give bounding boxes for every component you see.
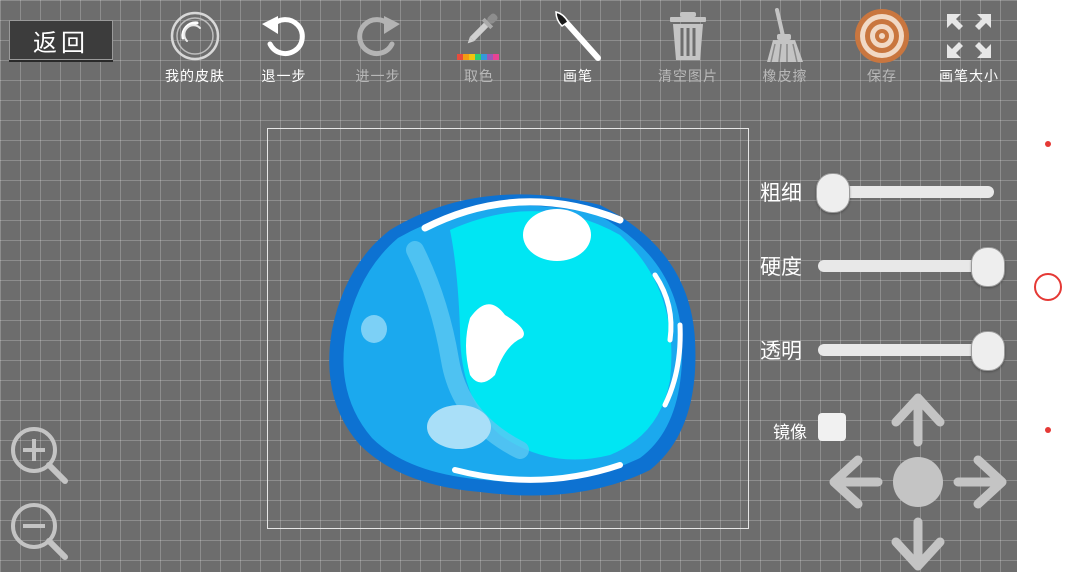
my-skin-label: 我的皮肤 — [165, 69, 225, 85]
save-target-icon — [854, 8, 910, 64]
move-down-button[interactable] — [891, 517, 945, 571]
side-recorder-panel — [1017, 0, 1080, 572]
zoom-out-button[interactable] — [8, 500, 70, 566]
mirror-label: 镜像 — [773, 423, 807, 443]
eraser-button[interactable]: 橡皮擦 — [740, 8, 830, 90]
hardness-slider[interactable] — [818, 247, 1005, 287]
redo-icon — [350, 8, 406, 64]
undo-button[interactable]: 退一步 — [239, 8, 329, 90]
brush-button[interactable]: 画笔 — [533, 8, 623, 90]
pick-color-label: 取色 — [464, 69, 494, 85]
brush-icon — [550, 8, 606, 64]
zoom-in-icon — [11, 427, 68, 484]
hardness-slider-thumb[interactable] — [970, 247, 1005, 287]
thickness-slider-row: 粗细 — [760, 170, 994, 214]
thickness-slider-thumb[interactable] — [816, 173, 851, 213]
center-button[interactable] — [893, 457, 943, 507]
pick-color-button[interactable]: 取色 — [434, 8, 524, 90]
slime-drawing — [329, 194, 696, 496]
clear-image-button[interactable]: 清空图片 — [643, 8, 733, 90]
transparency-label: 透明 — [760, 339, 802, 363]
indicator-dot-top — [1045, 141, 1051, 147]
redo-button[interactable]: 进一步 — [333, 8, 423, 90]
trash-icon — [660, 8, 716, 64]
arrow-right-icon — [953, 455, 1007, 509]
move-right-button[interactable] — [953, 455, 1007, 509]
arrow-down-icon — [891, 517, 945, 571]
skin-orb-icon — [167, 8, 223, 64]
editor-stage: 返回 我的皮肤 退一步 进一步 取色 画笔 清空图片 橡皮擦 保存 画笔大小 粗… — [0, 0, 1017, 572]
my-skin-button[interactable]: 我的皮肤 — [150, 8, 240, 90]
save-label: 保存 — [867, 69, 897, 85]
undo-label: 退一步 — [261, 69, 307, 85]
eyedropper-icon — [451, 8, 507, 64]
arrow-left-icon — [829, 455, 883, 509]
move-left-button[interactable] — [829, 455, 883, 509]
brush-size-label: 画笔大小 — [939, 69, 999, 85]
record-button[interactable] — [1034, 273, 1062, 301]
undo-icon — [256, 8, 312, 64]
back-button[interactable]: 返回 — [9, 20, 113, 60]
broom-icon — [757, 8, 813, 64]
brush-label: 画笔 — [563, 69, 593, 85]
transparency-slider-row: 透明 — [760, 328, 1005, 372]
indicator-dot-bottom — [1045, 427, 1051, 433]
direction-pad — [828, 392, 1008, 572]
transparency-slider-thumb[interactable] — [970, 331, 1005, 371]
save-button[interactable]: 保存 — [837, 8, 927, 90]
hardness-label: 硬度 — [760, 255, 802, 279]
hardness-slider-row: 硬度 — [760, 244, 1005, 288]
transparency-slider[interactable] — [818, 331, 1005, 371]
redo-label: 进一步 — [355, 69, 401, 85]
thickness-slider[interactable] — [816, 173, 994, 213]
clear-image-label: 清空图片 — [658, 69, 718, 85]
zoom-out-icon — [11, 503, 68, 560]
expand-arrows-icon — [941, 8, 997, 64]
eraser-label: 橡皮擦 — [762, 69, 808, 85]
arrow-up-icon — [891, 393, 945, 447]
move-up-button[interactable] — [891, 393, 945, 447]
zoom-in-button[interactable] — [8, 424, 70, 490]
brush-size-button[interactable]: 画笔大小 — [924, 8, 1014, 90]
thickness-label: 粗细 — [760, 181, 802, 205]
